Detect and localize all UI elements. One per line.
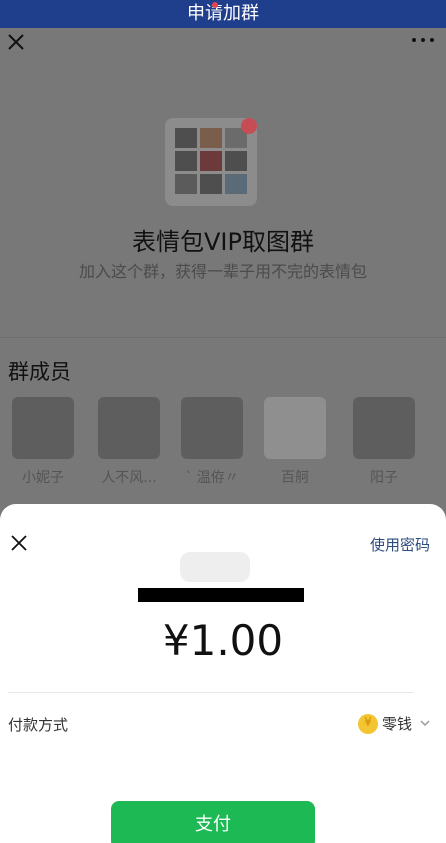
member-avatar (12, 397, 74, 459)
close-icon[interactable] (10, 534, 28, 552)
payment-amount: ¥1.00 (162, 616, 284, 665)
notification-dot (212, 2, 218, 8)
banner-title: 申请加群 (187, 3, 259, 24)
use-password-link[interactable]: 使用密码 (370, 534, 430, 555)
pay-method-selector[interactable]: 零钱 (357, 713, 412, 734)
pay-method-value: 零钱 (381, 715, 412, 733)
close-icon[interactable] (6, 32, 26, 52)
redacted-merchant-name (138, 588, 304, 602)
member-item[interactable]: 阳子 (349, 397, 419, 487)
pay-method-label: 付款方式 (8, 716, 69, 734)
member-item[interactable]: 百舸 (260, 397, 330, 487)
member-name: ` 温侟〃 (185, 470, 239, 486)
group-description: 加入这个群，获得一辈子用不完的表情包 (78, 262, 367, 281)
section-divider (0, 337, 446, 338)
avatar-grid (175, 128, 247, 196)
member-item[interactable]: ` 温侟〃 (177, 397, 247, 487)
sheet-divider (8, 692, 414, 693)
merchant-image (180, 552, 250, 582)
members-title: 群成员 (8, 360, 71, 384)
member-avatar (181, 397, 243, 459)
member-name: 百舸 (281, 470, 309, 486)
group-avatar (165, 118, 257, 206)
unread-badge (241, 118, 257, 134)
member-item[interactable]: 人不风... (94, 397, 164, 487)
more-icon[interactable] (410, 34, 436, 46)
payment-sheet: 使用密码 ¥1.00 付款方式 零钱 支付 (0, 504, 446, 843)
member-avatar (98, 397, 160, 459)
member-avatar (353, 397, 415, 459)
group-name: 表情包VIP取图群 (132, 228, 314, 256)
coin-icon (357, 713, 378, 734)
member-avatar (264, 397, 326, 459)
member-name: 小妮子 (22, 470, 64, 486)
pay-button[interactable]: 支付 (111, 801, 315, 843)
chevron-down-icon[interactable] (420, 718, 430, 728)
top-banner: 申请加群 (0, 0, 446, 28)
member-name: 人不风... (101, 470, 157, 486)
member-item[interactable]: 小妮子 (8, 397, 78, 487)
member-name: 阳子 (370, 470, 398, 486)
